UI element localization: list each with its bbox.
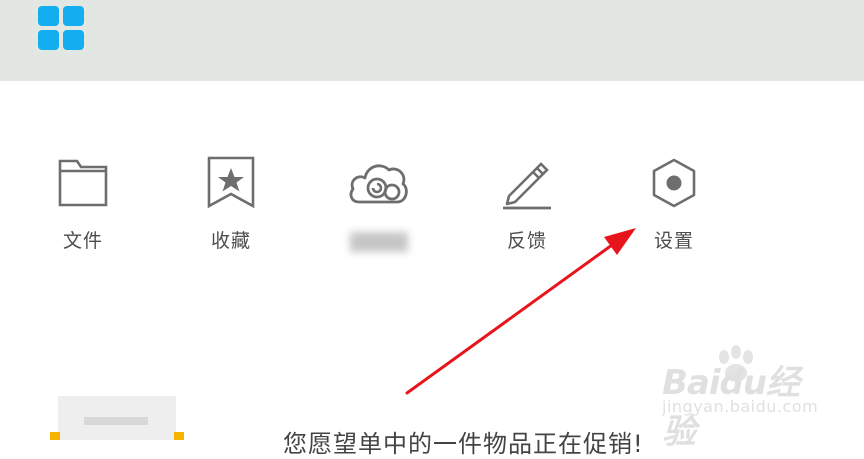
yellow-marker-right — [174, 432, 184, 440]
watermark-url: jingyan.baidu.com — [662, 397, 819, 416]
cloud-icon — [345, 150, 413, 216]
folder-icon — [49, 150, 117, 216]
thumbnail-placeholder-bar — [84, 417, 148, 425]
menu-label-favorites: 收藏 — [210, 230, 251, 252]
wishlist-sale-message: 您愿望单中的一件物品正在促销! — [283, 430, 644, 458]
baidu-watermark: Baidu经验 jingyan.baidu.com — [660, 345, 830, 452]
menu-label-files: 文件 — [62, 230, 103, 252]
menu-label-settings: 设置 — [653, 230, 694, 252]
menu-item-cloud[interactable] — [331, 150, 427, 265]
menu-item-favorites[interactable]: 收藏 — [183, 150, 279, 265]
wishlist-thumbnail[interactable] — [58, 396, 176, 440]
yellow-marker-left — [50, 432, 60, 440]
settings-icon — [640, 150, 708, 216]
menu-item-files[interactable]: 文件 — [35, 150, 131, 265]
edit-icon — [493, 150, 561, 216]
app-grid-icon[interactable] — [38, 6, 85, 51]
menu-item-feedback[interactable]: 反馈 — [479, 150, 575, 265]
menu-label-feedback: 反馈 — [506, 230, 547, 252]
bookmark-icon — [197, 150, 265, 216]
menu-row: 文件 收藏 反馈 设置 — [0, 150, 864, 270]
top-bar — [0, 0, 864, 81]
menu-label-cloud-blurred — [350, 228, 408, 254]
menu-item-settings[interactable]: 设置 — [626, 150, 722, 265]
